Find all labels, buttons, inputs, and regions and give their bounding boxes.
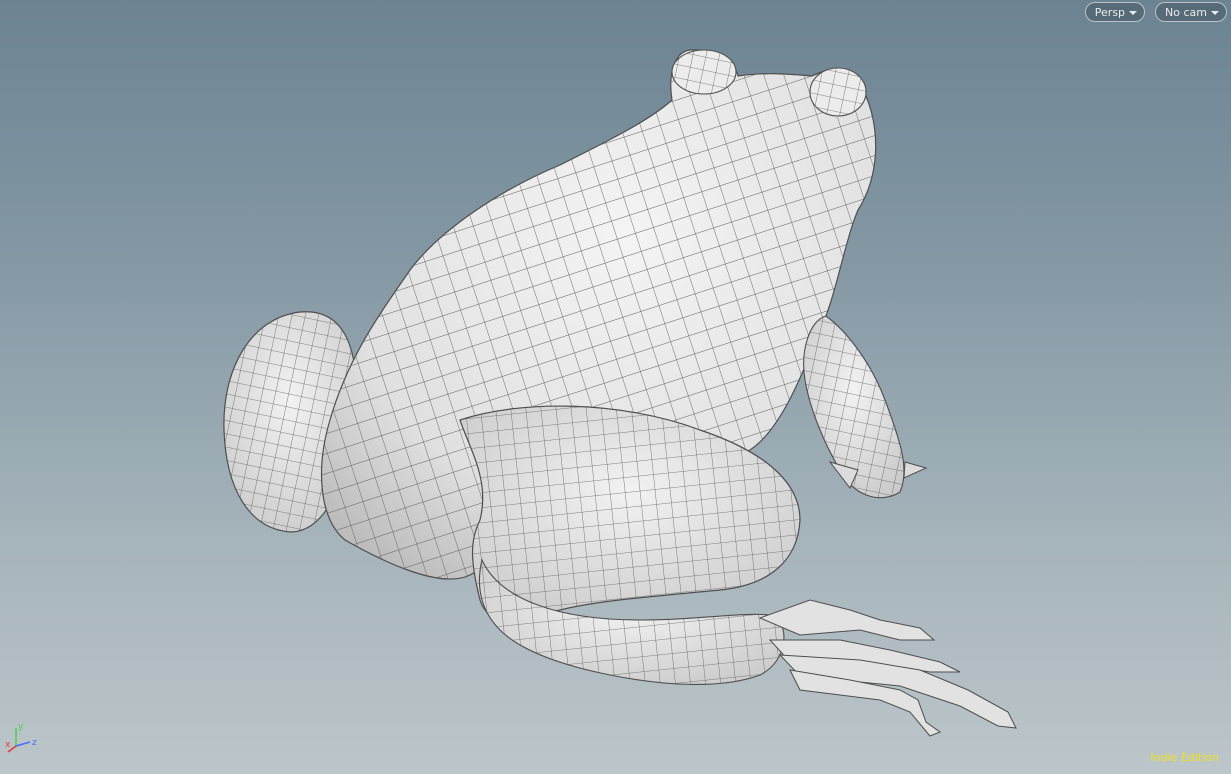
viewport-toolbar: Persp No cam — [1084, 2, 1227, 22]
cam-select-menu-label: No cam — [1165, 5, 1207, 19]
z-axis-label: z — [32, 738, 37, 748]
axis-gizmo: y x z — [5, 722, 37, 753]
right-foot-toes — [758, 599, 1017, 737]
3d-viewport[interactable]: Persp No cam y x z Indie Edition — [0, 0, 1231, 774]
camera-menu-label: Persp — [1094, 5, 1126, 19]
front-arm — [803, 315, 928, 499]
frog-model[interactable] — [0, 0, 1231, 774]
edition-label: Indie Edition — [1150, 751, 1219, 764]
cam-select-menu-button[interactable]: No cam — [1155, 2, 1227, 22]
camera-menu-button[interactable]: Persp — [1084, 2, 1146, 22]
caret-down-icon — [1129, 10, 1138, 15]
x-axis-label: x — [5, 740, 11, 750]
z-axis-line — [15, 741, 31, 747]
caret-down-icon — [1211, 10, 1219, 15]
y-axis-label: y — [18, 722, 24, 732]
